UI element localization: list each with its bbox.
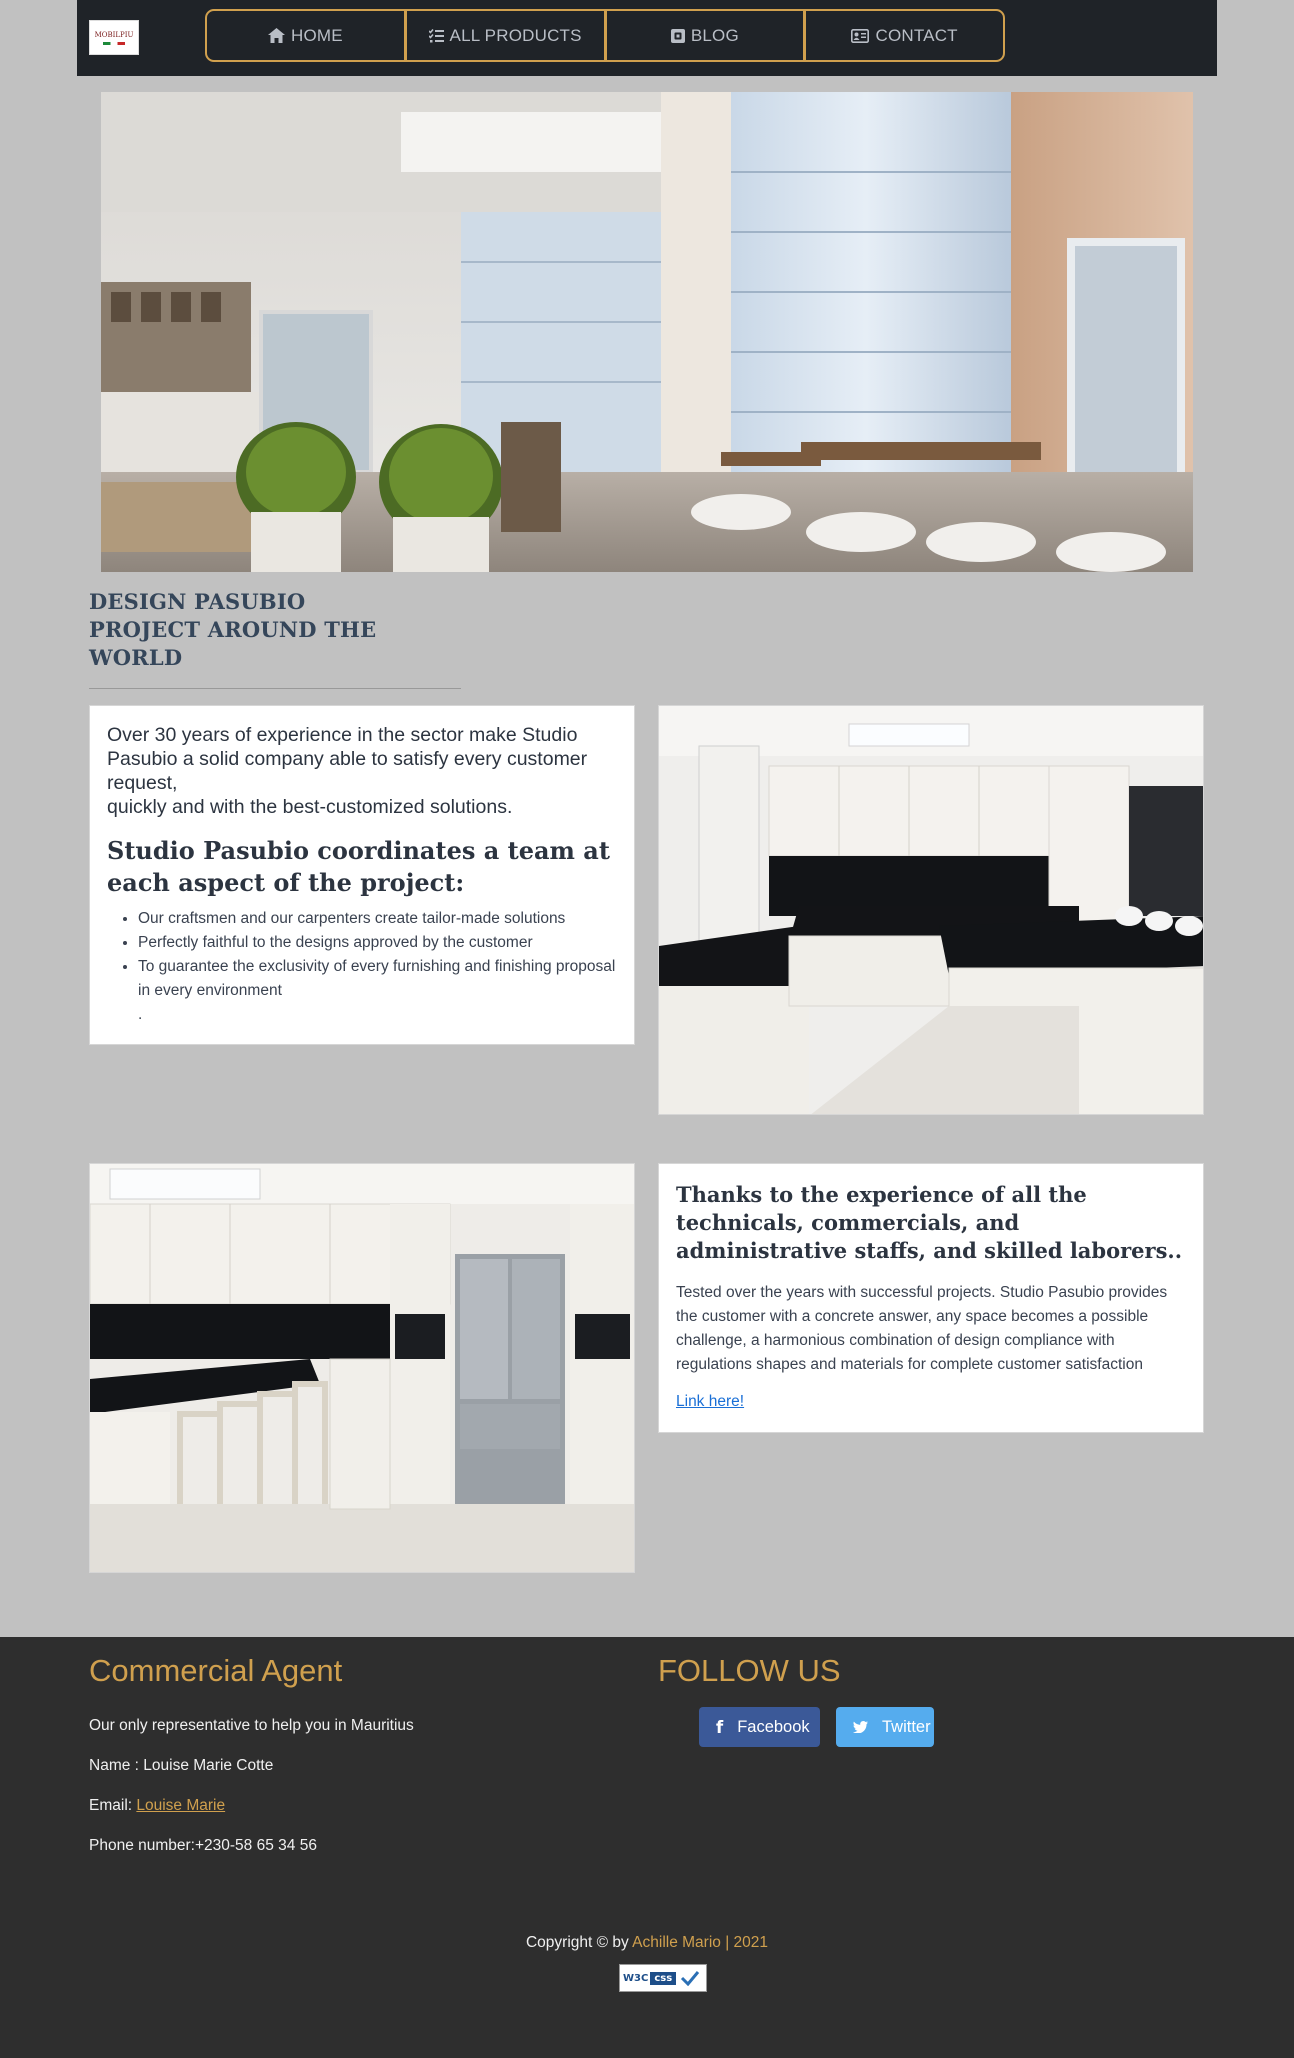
home-icon: [267, 28, 285, 43]
intro-lead-line2: quickly and with the best-customized sol…: [107, 796, 513, 818]
twitter-button[interactable]: Twitter: [836, 1707, 934, 1747]
w3c-css-badge[interactable]: W3C css: [619, 1964, 707, 1992]
list-item: Our craftsmen and our carpenters create …: [138, 907, 617, 931]
checklist-icon: [428, 28, 444, 43]
section-title: DESIGN PASUBIO PROJECT AROUND THE WORLD: [89, 589, 377, 670]
w3c-label: W3C: [623, 1972, 649, 1984]
facebook-label: Facebook: [737, 1717, 810, 1736]
follow-heading: FOLLOW US: [658, 1653, 841, 1688]
checkmark-icon: [680, 1970, 700, 1986]
list-item: Perfectly faithful to the designs approv…: [138, 931, 617, 955]
blog-icon: [670, 28, 685, 43]
main-nav: HOME ALL PRODUCTS BLOG CONTACT: [205, 9, 1005, 62]
email-label: Email:: [89, 1797, 137, 1814]
logo-text: MOBILPIU: [94, 30, 134, 39]
navbar: MOBILPIU HOME ALL PRODUCTS BLOG CONTACT: [77, 0, 1217, 76]
contact-card-icon: [851, 28, 870, 43]
nav-blog[interactable]: BLOG: [607, 11, 807, 60]
agent-heading: Commercial Agent: [89, 1653, 343, 1688]
experience-heading: Thanks to the experience of all the tech…: [676, 1182, 1183, 1263]
copyright-prefix: Copyright © by: [525, 1934, 633, 1951]
brand-logo[interactable]: MOBILPIU: [89, 20, 139, 55]
nav-contact[interactable]: CONTACT: [806, 11, 1003, 60]
italian-flag-icon: [103, 41, 125, 45]
agent-name: Name : Louise Marie Cotte: [89, 1757, 274, 1774]
intro-card: Over 30 years of experience in the secto…: [89, 705, 635, 1045]
experience-body: Tested over the years with successful pr…: [676, 1284, 1168, 1373]
agent-intro: Our only representative to help you in M…: [89, 1717, 414, 1734]
agent-phone: Phone number:+230-58 65 34 56: [89, 1837, 317, 1854]
link-here[interactable]: Link here!: [676, 1393, 744, 1411]
hero-image: [101, 92, 1193, 572]
agent-email: Email: Louise Marie: [89, 1797, 225, 1815]
intro-heading: Studio Pasubio coordinates a team at eac…: [107, 836, 610, 897]
list-trailing-dot: .: [138, 1006, 143, 1023]
intro-bullets: Our craftsmen and our carpenters create …: [107, 907, 617, 1027]
nav-contact-label: CONTACT: [875, 25, 958, 45]
css-label: css: [650, 1971, 677, 1985]
twitter-label: Twitter: [882, 1717, 931, 1736]
nav-all-products-label: ALL PRODUCTS: [449, 25, 582, 45]
list-item: To guarantee the exclusivity of every fu…: [138, 955, 617, 1003]
kitchen-photo-1: [658, 705, 1204, 1115]
email-link[interactable]: Louise Marie: [136, 1797, 225, 1814]
facebook-icon: f: [716, 1717, 724, 1737]
nav-all-products[interactable]: ALL PRODUCTS: [407, 11, 607, 60]
nav-blog-label: BLOG: [690, 25, 739, 45]
copyright: Copyright © by Achille Mario | 2021: [0, 1934, 1294, 1952]
facebook-button[interactable]: f Facebook: [699, 1707, 820, 1747]
intro-lead-line1: Over 30 years of experience in the secto…: [107, 724, 588, 794]
intro-lead: Over 30 years of experience in the secto…: [107, 723, 617, 819]
experience-card: Thanks to the experience of all the tech…: [658, 1163, 1204, 1433]
kitchen-photo-2: [89, 1163, 635, 1573]
title-divider: [89, 688, 461, 689]
twitter-icon: [853, 1721, 868, 1733]
nav-home[interactable]: HOME: [207, 11, 407, 60]
nav-home-label: HOME: [290, 25, 343, 45]
copyright-author: Achille Mario | 2021: [632, 1934, 769, 1951]
footer: Commercial Agent Our only representative…: [0, 1637, 1294, 2058]
